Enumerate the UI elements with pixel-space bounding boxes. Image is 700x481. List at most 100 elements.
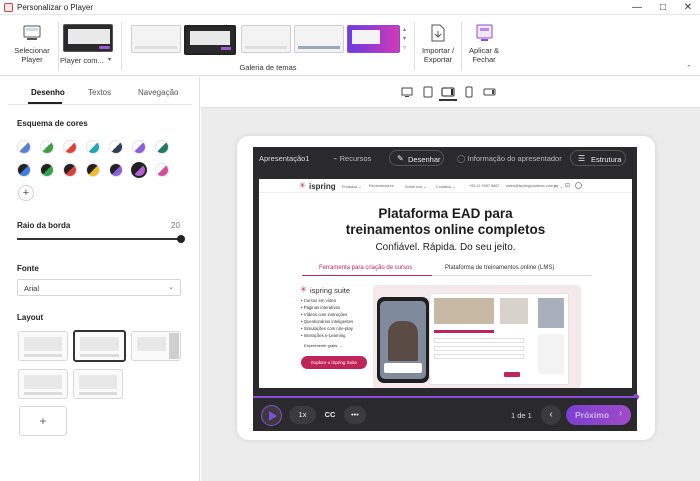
feature-list: • Cursos em vídeo • Páginas interativas • …	[301, 297, 381, 339]
trial-link[interactable]: Experimente grátis →	[304, 343, 342, 348]
feature-item: • Vídeos com instruções	[301, 312, 348, 317]
dark-swatch-4[interactable]	[86, 163, 100, 177]
dark-swatch-5[interactable]	[109, 163, 123, 177]
border-radius-title: Raio da borda	[17, 221, 71, 230]
select-player-button[interactable]: Selecionar Player	[8, 20, 56, 72]
select-player-label: Selecionar Player	[14, 46, 50, 64]
active-site-tab-underline	[302, 275, 432, 276]
light-swatch-2[interactable]	[40, 140, 54, 154]
theme-thumb-light-3[interactable]	[294, 25, 344, 53]
light-swatch-7[interactable]	[155, 140, 169, 154]
font-select[interactable]: Arial ⌄	[17, 279, 181, 296]
minimize-button[interactable]: —	[626, 1, 648, 14]
light-swatch-5[interactable]	[109, 140, 123, 154]
tab-lms[interactable]: Plataforma de treinamentos online (LMS)	[445, 265, 554, 271]
layout-option-5[interactable]	[73, 369, 123, 399]
dark-swatch-7[interactable]	[155, 163, 169, 177]
title-bar: Personalizar o Player — □ ✕	[0, 0, 700, 15]
phone-mockup	[377, 297, 429, 383]
tab-recursos[interactable]: ⌁ Recursos	[333, 154, 371, 163]
tablet-landscape-icon[interactable]	[419, 85, 437, 101]
theme-thumb-light-2[interactable]	[241, 25, 291, 53]
site-nav-item[interactable]: Sobre nós ⌄	[405, 184, 427, 189]
theme-thumb-dark-selected[interactable]	[184, 25, 236, 55]
dark-swatch-3[interactable]	[63, 163, 77, 177]
dark-swatch-1[interactable]	[17, 163, 31, 177]
layout-option-3[interactable]	[131, 331, 181, 361]
presenter-photo	[538, 298, 564, 328]
theme-thumb-light[interactable]	[131, 25, 181, 53]
speed-button[interactable]: 1x	[289, 406, 316, 424]
chevron-up-icon[interactable]: ⌃	[686, 64, 692, 72]
player-combo[interactable]: Player com...	[60, 24, 114, 70]
dark-swatch-6[interactable]	[131, 162, 147, 178]
person-photo	[388, 321, 418, 361]
pen-icon: ✎	[397, 154, 404, 163]
tab-desenho[interactable]: Desenho	[31, 88, 65, 97]
ribbon-divider	[461, 22, 462, 70]
site-email: sales@ispringsolutions.com.br	[506, 184, 558, 188]
border-radius-track[interactable]	[17, 238, 181, 240]
slide-name: Apresentação1	[259, 154, 310, 163]
tab-textos[interactable]: Textos	[88, 88, 111, 97]
apply-close-button[interactable]: Aplicar & Fechar	[464, 20, 504, 72]
phone-portrait-icon[interactable]	[460, 85, 478, 101]
import-export-button[interactable]: Importar / Exportar	[418, 20, 458, 72]
theme-thumb-gradient[interactable]	[347, 25, 400, 53]
add-layout-button[interactable]: +	[19, 406, 67, 436]
color-swatch-row	[17, 162, 187, 179]
more-button[interactable]: •••	[344, 406, 366, 424]
light-swatch-1[interactable]	[17, 140, 31, 154]
play-icon	[269, 411, 277, 421]
chat-bubble	[384, 363, 422, 373]
ispring-suite-icon: ✳	[300, 285, 307, 294]
apply-icon	[476, 24, 493, 41]
site-nav-item[interactable]: Contatos ⌄	[436, 184, 455, 189]
site-nav-item[interactable]: Produtos ⌄	[342, 184, 361, 189]
dark-swatch-2[interactable]	[40, 163, 54, 177]
laptop-screen	[429, 293, 569, 385]
close-button[interactable]: ✕	[677, 1, 699, 14]
player-controls: 1x CC ••• 1 de 1 ‹ Próximo ›	[253, 398, 637, 431]
layout-option-4[interactable]	[18, 369, 68, 399]
border-radius-slider-thumb[interactable]	[177, 235, 185, 243]
desktop-icon[interactable]	[398, 85, 416, 101]
site-language[interactable]: PT ⌄	[554, 184, 563, 189]
user-icon: ◯	[457, 154, 466, 163]
account-icon[interactable]	[575, 182, 582, 189]
next-button[interactable]: Próximo ›	[566, 405, 631, 425]
tab-presenter-info[interactable]: ◯ Informação do apresentador	[457, 154, 562, 163]
layout-option-1[interactable]	[18, 331, 68, 361]
light-swatch-6[interactable]	[132, 140, 146, 154]
cta-button[interactable]: Explore o iSpring Suite	[301, 356, 367, 369]
subheadline: Confiável. Rápida. Do seu jeito.	[375, 242, 516, 253]
tab-desenhar[interactable]: ✎ Desenhar	[389, 150, 444, 166]
layout-title: Layout	[17, 313, 44, 322]
add-color-scheme-button[interactable]: +	[18, 185, 34, 201]
captions-button[interactable]: CC	[319, 406, 341, 424]
chevron-left-icon: ‹	[549, 409, 553, 420]
ribbon-divider	[414, 22, 415, 70]
tablet-icon[interactable]	[439, 85, 457, 101]
previous-button[interactable]: ‹	[541, 405, 561, 425]
import-export-label: Importar / Exportar	[421, 46, 455, 64]
app-icon	[4, 3, 13, 12]
gallery-scroll[interactable]: ▴ ▾ ▿	[403, 26, 406, 53]
border-radius-fill	[17, 238, 181, 240]
light-swatch-4[interactable]	[86, 140, 100, 154]
player-icon	[23, 25, 41, 40]
chevron-down-icon: ⌄	[168, 284, 174, 291]
tab-navegacao[interactable]: Navegação	[138, 88, 178, 97]
feature-item: • Páginas interativas	[301, 305, 341, 310]
phone-landscape-icon[interactable]	[481, 85, 499, 101]
chevron-right-icon: ›	[619, 408, 623, 419]
tab-course-authoring[interactable]: Ferramenta para criação de cursos	[319, 265, 412, 271]
tab-estrutura[interactable]: ☰ Estrutura	[570, 150, 626, 166]
maximize-button[interactable]: □	[652, 1, 674, 14]
cart-icon[interactable]: ⊡	[565, 182, 570, 189]
play-button[interactable]	[261, 405, 282, 426]
layout-option-2-selected[interactable]	[73, 330, 126, 362]
light-swatch-3[interactable]	[63, 140, 77, 154]
site-nav-item[interactable]: Revendedores	[369, 184, 394, 188]
tab-recursos-label: Recursos	[339, 154, 372, 163]
